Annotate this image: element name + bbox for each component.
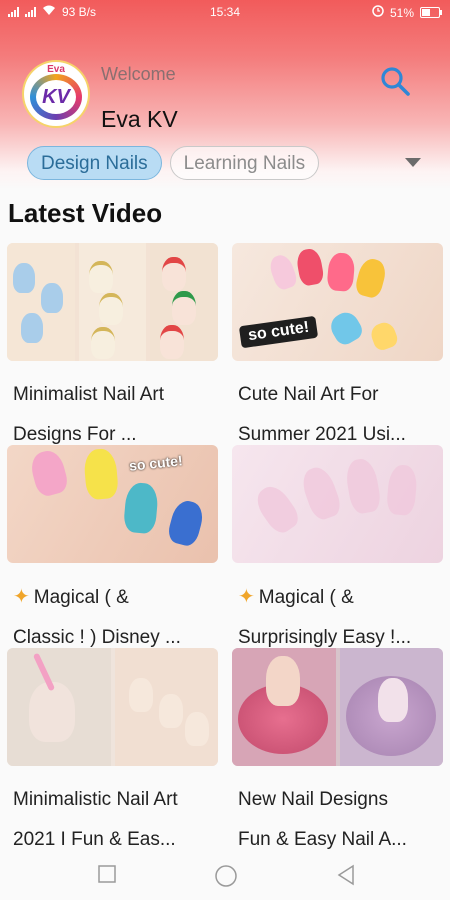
video-thumbnail: so cute! [7,445,218,563]
tab-learning-nails[interactable]: Learning Nails [169,146,320,180]
search-button[interactable] [378,64,412,98]
video-card[interactable]: ✦ Magical ( & Surprisingly Easy !... [232,445,443,658]
category-tabs: Design Nails Learning Nails [27,146,320,180]
square-icon [98,865,116,883]
sparkle-icon: ✦ [13,586,30,608]
video-title-text: Magical ( & [33,587,129,608]
video-title-line1: New Nail Designs [238,789,388,810]
video-thumbnail [232,445,443,563]
logo-main-text: KV [36,80,76,114]
video-title-text: Magical ( & [258,587,354,608]
status-bar: 93 B/s 15:34 51% [0,0,450,24]
video-card[interactable]: so cute! Cute Nail Art For Summer 2021 U… [232,243,443,455]
recent-apps-button[interactable] [97,864,117,889]
video-badge: so cute! [128,452,184,474]
back-triangle-icon [337,864,354,886]
video-badge: so cute! [238,315,319,349]
video-card[interactable]: Minimalistic Nail Art 2021 I Fun & Eas..… [7,648,218,860]
video-title-line1: ✦ Magical ( & [238,577,443,618]
avatar[interactable]: Eva KV [24,62,88,126]
battery-percent: 51% [389,5,414,20]
sparkle-icon: ✦ [238,586,255,608]
home-button[interactable] [214,864,238,893]
video-title-line1: Minimalist Nail Art [13,384,164,405]
tab-design-nails[interactable]: Design Nails [27,146,162,180]
circle-icon [215,865,237,887]
video-thumbnail [7,243,218,361]
video-title-line1: Cute Nail Art For [238,384,379,405]
system-nav-bar [0,852,450,900]
back-button[interactable] [336,864,356,891]
user-name: Eva KV [101,106,178,132]
video-thumbnail: so cute! [232,243,443,361]
video-title-line1: Minimalistic Nail Art [13,789,178,810]
video-title-line1: ✦ Magical ( & [13,577,218,618]
video-thumbnail [232,648,443,766]
video-thumbnail [7,648,218,766]
chevron-down-icon[interactable] [405,158,421,167]
alarm-icon [372,5,384,20]
video-card[interactable]: so cute! ✦ Magical ( & Classic ! ) Disney… [7,445,218,658]
video-card[interactable]: Minimalist Nail Art Designs For ... [7,243,218,455]
section-title: Latest Video [8,198,163,228]
search-icon [381,67,410,96]
welcome-label: Welcome [101,64,176,84]
battery-icon [420,7,442,18]
video-card[interactable]: New Nail Designs Fun & Easy Nail A... [232,648,443,860]
